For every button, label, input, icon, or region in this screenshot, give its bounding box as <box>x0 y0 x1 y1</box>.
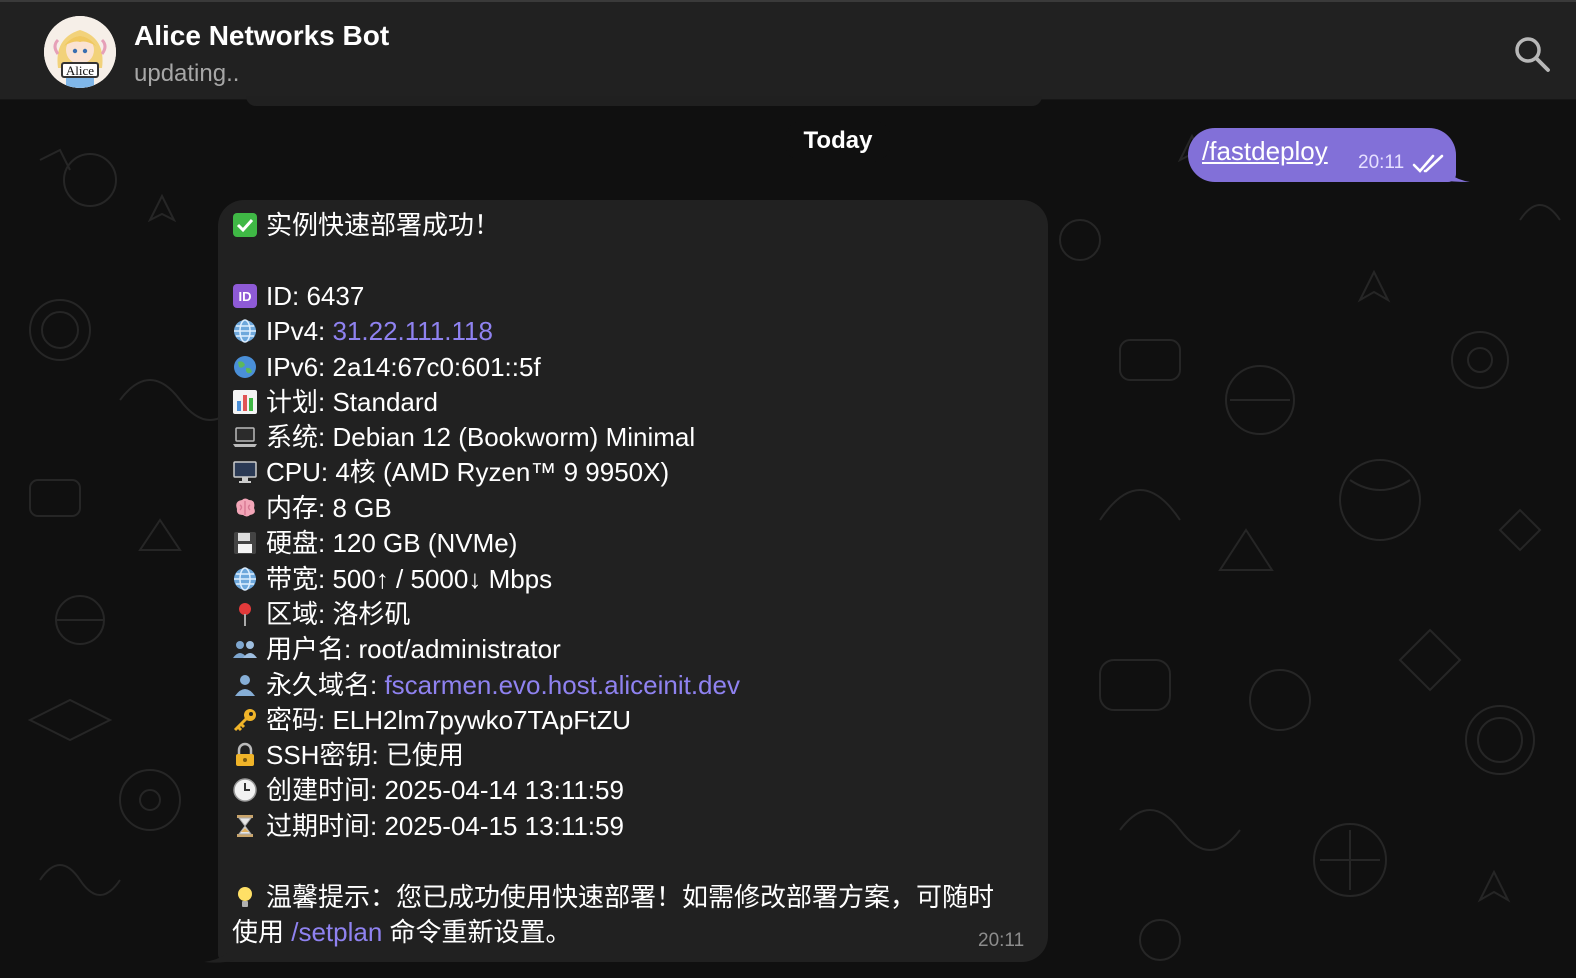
key-icon <box>232 707 262 733</box>
info-line: 过期时间: 2025-04-15 13:11:59 <box>232 809 624 843</box>
info-line: 创建时间: 2025-04-14 13:11:59 <box>232 773 624 807</box>
incoming-bubble-tail <box>204 942 234 963</box>
avatar-label: Alice <box>61 62 99 78</box>
info-heading: 实例快速部署成功！ <box>266 210 501 240</box>
tip-text-suffix: 命令重新设置。 <box>382 917 572 947</box>
info-line: 内存: 8 GB <box>232 491 392 525</box>
bust-icon <box>232 672 262 698</box>
info-value: 120 GB (NVMe) <box>332 528 518 558</box>
desktop-computer-icon <box>232 459 262 485</box>
info-line: 计划: Standard <box>232 385 438 419</box>
info-line: 硬盘: 120 GB (NVMe) <box>232 526 517 560</box>
busts-icon <box>232 636 262 662</box>
tip-text-prefix: 使用 <box>232 917 292 947</box>
chat-status: updating.. <box>134 60 240 87</box>
tip-text-line-1: 温馨提示：您已成功使用快速部署！如需修改部署方案，可随时 <box>266 882 995 912</box>
info-line: 密码: ELH2lm7pywko7TApFtZU <box>232 703 631 737</box>
previous-message-edge <box>246 96 1042 106</box>
info-label: 带宽: <box>266 564 333 594</box>
info-label: 计划: <box>266 387 333 417</box>
earth-globe-icon <box>232 354 262 380</box>
hourglass-icon <box>232 813 262 839</box>
bar-chart-icon <box>232 389 262 415</box>
info-label: 密码: <box>266 705 333 735</box>
incoming-message-time: 20:11 <box>978 930 1025 951</box>
round-pushpin-icon <box>232 601 262 627</box>
info-line: SSH密钥: 已使用 <box>232 738 464 772</box>
info-value: 已使用 <box>385 740 464 770</box>
info-value: ELH2lm7pywko7TApFtZU <box>332 705 632 735</box>
info-value: 500↑ / 5000↓ Mbps <box>332 564 553 594</box>
info-line: 实例快速部署成功！ <box>232 208 500 242</box>
info-value: 洛杉矶 <box>332 599 411 629</box>
info-label: ID: <box>266 281 307 311</box>
check-mark-button-icon <box>232 212 262 238</box>
info-value: 2a14:67c0:601::5f <box>332 352 541 382</box>
bot-avatar[interactable]: Alice <box>44 16 116 88</box>
info-value: 6437 <box>306 281 365 311</box>
setplan-command-link[interactable]: /setplan <box>291 917 382 947</box>
info-line: 带宽: 500↑ / 5000↓ Mbps <box>232 562 552 596</box>
info-label: 用户名: <box>266 634 359 664</box>
globe-meridians-icon <box>232 318 262 344</box>
brain-icon <box>232 495 262 521</box>
chat-title[interactable]: Alice Networks Bot <box>134 20 389 52</box>
locked-with-key-icon <box>232 742 262 768</box>
info-label: IPv4: <box>266 316 333 346</box>
info-line: IPv4: 31.22.111.118 <box>232 314 493 348</box>
info-value: Debian 12 (Bookworm) Minimal <box>332 422 696 452</box>
info-label: CPU: <box>266 457 336 487</box>
info-line: IPv6: 2a14:67c0:601::5f <box>232 350 541 384</box>
svg-text:ID: ID <box>239 289 252 304</box>
info-line: 永久域名: fscarmen.evo.host.aliceinit.dev <box>232 668 740 702</box>
info-label: 内存: <box>266 493 333 523</box>
chat-header: Alice Alice Networks Bot updating.. <box>0 0 1576 100</box>
info-label: 过期时间: <box>266 811 385 841</box>
info-label: SSH密钥: <box>266 740 386 770</box>
info-label: 硬盘: <box>266 528 333 558</box>
chat-window: Alice Alice Networks Bot updating.. Toda… <box>0 0 1576 978</box>
info-line: 区域: 洛杉矶 <box>232 597 410 631</box>
id-icon: ID <box>232 283 262 309</box>
info-value: 4核 (AMD Ryzen™ 9 9950X) <box>335 457 670 487</box>
info-value: 2025-04-15 13:11:59 <box>384 811 624 841</box>
tip-line-1: 温馨提示：您已成功使用快速部署！如需修改部署方案，可随时 <box>232 880 994 914</box>
info-label: 创建时间: <box>266 775 385 805</box>
info-value: Standard <box>332 387 438 417</box>
search-icon[interactable] <box>1512 34 1552 74</box>
info-label: IPv6: <box>266 352 333 382</box>
info-value-link[interactable]: 31.22.111.118 <box>332 316 492 346</box>
info-line: CPU: 4核 (AMD Ryzen™ 9 9950X) <box>232 455 669 489</box>
info-line: 系统: Debian 12 (Bookworm) Minimal <box>232 420 695 454</box>
info-line: ID ID: 6437 <box>232 279 364 313</box>
light-bulb-icon <box>232 884 262 910</box>
info-value-link[interactable]: fscarmen.evo.host.aliceinit.dev <box>384 670 740 700</box>
info-line: 用户名: root/administrator <box>232 632 561 666</box>
info-value: root/administrator <box>358 634 561 664</box>
double-check-read-icon <box>1412 154 1444 173</box>
clock-icon <box>232 777 262 803</box>
info-value: 2025-04-14 13:11:59 <box>384 775 624 805</box>
tip-line-2: 使用 /setplan 命令重新设置。 <box>232 915 572 949</box>
outgoing-command-link[interactable]: /fastdeploy <box>1202 136 1328 167</box>
info-label: 系统: <box>266 422 333 452</box>
date-separator: Today <box>784 120 892 162</box>
info-value: 8 GB <box>332 493 392 523</box>
info-label: 永久域名: <box>266 670 385 700</box>
info-label: 区域: <box>266 599 333 629</box>
floppy-disk-icon <box>232 530 262 556</box>
globe-meridians-icon <box>232 566 262 592</box>
outgoing-message-time: 20:11 <box>1358 152 1405 173</box>
laptop-icon <box>232 424 262 450</box>
